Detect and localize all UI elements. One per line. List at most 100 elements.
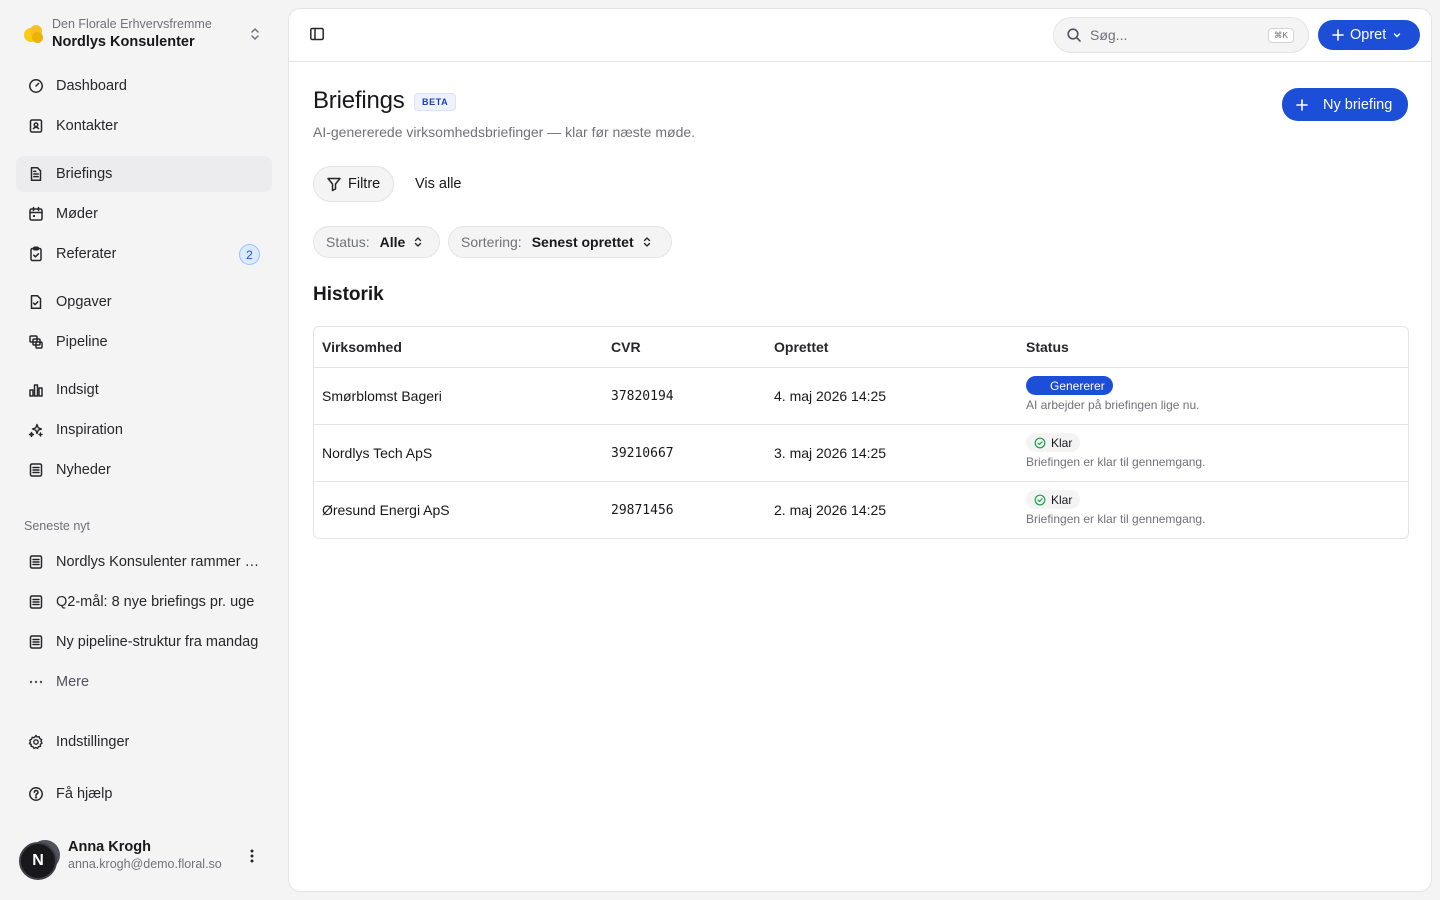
sidebar-item-inspiration[interactable]: Inspiration — [16, 412, 272, 448]
news-item[interactable]: Q2-mål: 8 nye briefings pr. uge — [16, 584, 272, 620]
sidebar-item-label: Referater — [56, 246, 117, 262]
news-item[interactable]: Ny pipeline-struktur fra mandag — [16, 624, 272, 660]
sidebar-toggle-icon[interactable] — [309, 26, 325, 42]
sidebar-item-minutes[interactable]: Referater 2 — [16, 236, 272, 272]
status-filter-label: Status: — [326, 234, 370, 250]
table-row[interactable]: Øresund Energi ApS 29871456 2. maj 2026 … — [314, 482, 1408, 538]
search-box[interactable]: ⌘K — [1053, 17, 1309, 53]
plus-icon — [1296, 98, 1308, 111]
show-all-link[interactable]: Vis alle — [415, 176, 461, 192]
latest-news-heading: Seneste nyt — [24, 519, 91, 533]
sidebar-item-meetings[interactable]: Møder — [16, 196, 272, 232]
column-header-cvr[interactable]: CVR — [611, 339, 641, 355]
chevron-up-down-icon — [643, 237, 650, 247]
status-cell: Klar Briefingen er klar til gennemgang. — [1026, 490, 1205, 526]
status-filter-select[interactable]: Status: Alle — [313, 226, 440, 258]
sidebar-item-label: Få hjælp — [56, 786, 113, 802]
column-header-status[interactable]: Status — [1026, 339, 1069, 355]
company-cell: Øresund Energi ApS — [322, 502, 450, 518]
more-label: Mere — [56, 674, 90, 690]
sidebar-item-contacts[interactable]: Kontakter — [16, 108, 272, 144]
kebab-menu-icon[interactable] — [242, 846, 262, 866]
org-subtitle: Den Florale Erhvervsfremme — [52, 16, 212, 31]
sidebar-item-news[interactable]: Nyheder — [16, 452, 272, 488]
column-header-company[interactable]: Virksomhed — [322, 339, 402, 355]
ellipsis-icon — [28, 674, 44, 690]
page-description: AI-genererede virksomhedsbriefinger — kl… — [313, 124, 696, 140]
cvr-cell: 29871456 — [611, 503, 674, 518]
status-note: Briefingen er klar til gennemgang. — [1026, 455, 1206, 469]
sidebar: Den Florale Erhvervsfremme Nordlys Konsu… — [0, 0, 288, 900]
news-item-label: Q2-mål: 8 nye briefings pr. uge — [56, 594, 255, 610]
sidebar-item-tasks[interactable]: Opgaver — [16, 284, 272, 320]
sidebar-item-settings[interactable]: Indstillinger — [16, 724, 272, 760]
status-label: Klar — [1051, 435, 1073, 450]
company-cell: Smørblomst Bageri — [322, 388, 442, 404]
status-cell: Genererer AI arbejder på briefingen lige… — [1026, 376, 1199, 412]
check-circle-icon — [1034, 494, 1046, 505]
news-item-label: Ny pipeline-struktur fra mandag — [56, 634, 259, 650]
filter-funnel-icon — [327, 177, 341, 192]
flower-logo-icon — [22, 23, 44, 45]
beta-badge: BETA — [414, 93, 457, 111]
search-input[interactable] — [1090, 27, 1250, 43]
newspaper-icon — [28, 594, 44, 610]
clipboard-check-icon — [28, 246, 44, 262]
minutes-count-badge: 2 — [239, 244, 260, 265]
org-switcher[interactable]: Den Florale Erhvervsfremme Nordlys Konsu… — [16, 12, 272, 56]
sidebar-item-label: Indsigt — [56, 382, 99, 398]
status-cell: Klar Briefingen er klar til gennemgang. — [1026, 433, 1205, 469]
sidebar-item-label: Inspiration — [56, 422, 123, 438]
table-row[interactable]: Nordlys Tech ApS 39210667 3. maj 2026 14… — [314, 425, 1408, 482]
column-header-created[interactable]: Oprettet — [774, 339, 828, 355]
table-row[interactable]: Smørblomst Bageri 37820194 4. maj 2026 1… — [314, 368, 1408, 425]
create-button[interactable]: Opret — [1318, 20, 1420, 50]
user-email: anna.krogh@demo.floral.so — [68, 857, 222, 871]
sidebar-item-help[interactable]: Få hjælp — [16, 776, 272, 812]
filters-button[interactable]: Filtre — [313, 166, 394, 202]
search-icon — [1067, 28, 1081, 42]
newspaper-icon — [28, 462, 44, 478]
avatar[interactable]: N — [19, 842, 57, 880]
stacked-cards-icon — [28, 334, 44, 350]
new-briefing-button[interactable]: Ny briefing — [1282, 88, 1408, 121]
newspaper-icon — [28, 634, 44, 650]
status-badge: Klar — [1026, 433, 1081, 452]
main-panel: ⌘K Opret Briefings BETA AI-genererede vi… — [288, 8, 1432, 892]
sidebar-item-dashboard[interactable]: Dashboard — [16, 68, 272, 104]
user-name: Anna Krogh — [68, 839, 151, 855]
sort-select[interactable]: Sortering: Senest oprettet — [448, 226, 672, 258]
cvr-cell: 37820194 — [611, 389, 674, 404]
cvr-cell: 39210667 — [611, 446, 674, 461]
status-filter-value: Alle — [379, 234, 406, 250]
history-heading: Historik — [313, 284, 384, 305]
search-shortcut-hint: ⌘K — [1267, 28, 1294, 43]
user-account: N Anna Krogh anna.krogh@demo.floral.so — [16, 832, 272, 888]
chevron-up-down-icon — [415, 237, 422, 247]
news-item[interactable]: Nordlys Konsulenter rammer 200 kunder — [16, 544, 272, 580]
created-cell: 2. maj 2026 14:25 — [774, 502, 887, 518]
plus-icon — [1332, 29, 1344, 41]
sidebar-item-label: Møder — [56, 206, 98, 222]
page-title: Briefings — [313, 87, 405, 114]
more-news-button[interactable]: Mere — [16, 664, 272, 700]
sidebar-item-label: Briefings — [56, 166, 113, 182]
sidebar-item-pipeline[interactable]: Pipeline — [16, 324, 272, 360]
org-name: Nordlys Konsulenter — [52, 33, 195, 50]
sort-value: Senest oprettet — [531, 234, 634, 250]
newspaper-icon — [28, 554, 44, 570]
created-cell: 4. maj 2026 14:25 — [774, 388, 887, 404]
topbar: ⌘K Opret — [289, 9, 1431, 62]
chevron-up-down-icon — [251, 28, 259, 40]
sidebar-item-label: Nyheder — [56, 462, 111, 478]
sidebar-item-insight[interactable]: Indsigt — [16, 372, 272, 408]
sidebar-item-briefings[interactable]: Briefings — [16, 156, 272, 192]
status-badge: Klar — [1026, 490, 1081, 509]
calendar-icon — [28, 206, 44, 222]
status-label: Klar — [1051, 492, 1073, 507]
gauge-icon — [28, 78, 44, 94]
check-circle-icon — [1034, 437, 1046, 448]
history-table: Virksomhed CVR Oprettet Status Smørbloms… — [313, 326, 1409, 539]
sidebar-item-label: Pipeline — [56, 334, 108, 350]
table-header: Virksomhed CVR Oprettet Status — [314, 327, 1408, 368]
